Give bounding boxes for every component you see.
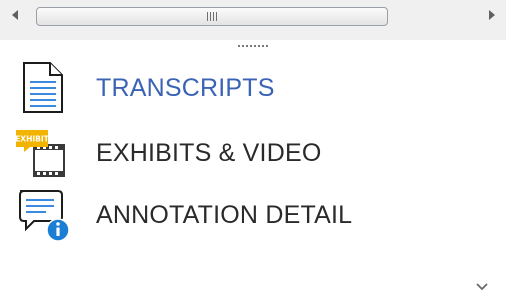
nav-item-label: EXHIBITS & VIDEO [96,138,322,167]
nav-item-annotation-detail[interactable]: ANNOTATION DETAIL [14,187,484,243]
speech-info-icon [14,187,78,243]
nav-item-label: ANNOTATION DETAIL [96,200,353,229]
horizontal-scrollbar[interactable] [0,0,506,40]
nav-item-exhibits-video[interactable]: EXHIBIT EXHIBITS & VIDEO [14,125,484,181]
splitter-handle-icon[interactable] [238,45,268,47]
nav-item-label: TRANSCRIPTS [96,73,275,102]
exhibit-film-icon: EXHIBIT [14,125,78,181]
chevron-down-icon[interactable] [476,280,488,292]
scrollbar-grip-icon [207,12,217,21]
scroll-right-arrow-icon[interactable] [489,10,495,20]
scroll-left-arrow-icon[interactable] [12,10,18,20]
document-icon [14,60,78,116]
scrollbar-thumb[interactable] [36,7,388,26]
nav-item-transcripts[interactable]: TRANSCRIPTS [14,60,484,116]
exhibit-badge-text: EXHIBIT [15,135,49,144]
